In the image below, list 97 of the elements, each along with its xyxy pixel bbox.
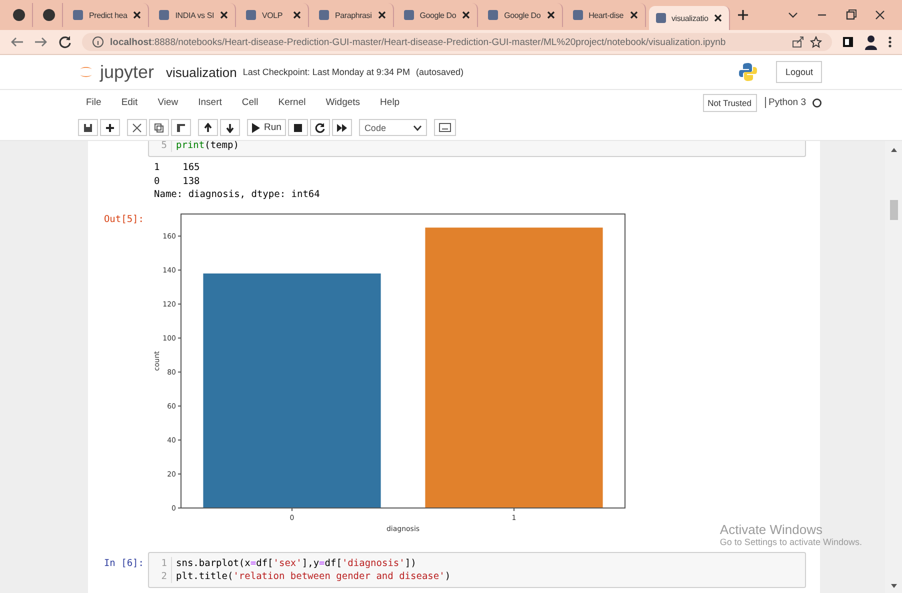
autosave-status: (autosaved) (416, 67, 464, 77)
close-icon[interactable] (628, 10, 638, 20)
close-icon[interactable] (546, 10, 556, 20)
save-button[interactable] (78, 119, 98, 136)
logout-button[interactable]: Logout (776, 61, 822, 83)
stop-icon (293, 122, 304, 132)
site-icon (654, 12, 666, 24)
menu-item[interactable]: Help (380, 97, 400, 108)
kernel-name[interactable]: Python 3 (764, 97, 806, 108)
output-line: 0 138 (154, 174, 201, 188)
move-up-button[interactable] (198, 119, 218, 136)
code-line: print(temp) (176, 141, 239, 152)
code-cell[interactable]: 1 sns.barplot(x=df['sex'],y=df['diagnosis']) 2 plt.title('relation between gender and disease') (148, 552, 806, 588)
scrollbar-thumb[interactable] (890, 200, 898, 220)
arrow-down-icon (225, 122, 235, 132)
line-number: 2 (149, 570, 172, 582)
browser-tab[interactable]: Google Do (396, 3, 478, 27)
trust-button[interactable]: Not Trusted (702, 94, 756, 112)
menu-item[interactable]: Kernel (278, 97, 306, 108)
keyboard-button[interactable] (434, 119, 456, 136)
restart-button[interactable] (310, 119, 330, 136)
browser-tab[interactable]: Paraphrasi (312, 3, 394, 27)
output-line: Name: diagnosis, dtype: int64 (154, 188, 320, 202)
close-icon[interactable] (132, 10, 142, 20)
copy-icon (154, 122, 164, 132)
site-icon (72, 9, 84, 21)
site-icon (12, 8, 26, 22)
stop-button[interactable] (288, 119, 308, 136)
new-tab-icon[interactable] (737, 9, 750, 21)
site-icon (244, 9, 257, 21)
share-icon[interactable] (792, 36, 804, 48)
fast-forward-button[interactable] (332, 119, 352, 136)
cut-button[interactable] (127, 119, 147, 136)
menu-item[interactable]: Insert (198, 97, 222, 108)
activation-notice-text: Go to Settings to activate Windows. (720, 537, 862, 547)
jupyter-brand: jupyter (100, 62, 154, 82)
menu-item[interactable]: Cell (242, 97, 258, 108)
close-icon[interactable] (376, 10, 387, 20)
play-icon (252, 122, 260, 132)
forward-icon[interactable] (34, 36, 48, 48)
profile-icon[interactable] (864, 34, 878, 50)
notebook-title[interactable]: visualization (166, 64, 237, 80)
input-prompt: In [6]: (102, 556, 145, 570)
code-line: plt.title('relation between gender and disease') (176, 570, 451, 582)
close-icon[interactable] (292, 10, 302, 20)
close-icon[interactable] (713, 13, 724, 23)
line-number: 1 (149, 556, 172, 570)
menu-icon[interactable] (888, 35, 892, 49)
restart-icon (315, 122, 326, 132)
browser-tab[interactable]: INDIA vs SI (152, 3, 236, 27)
star-icon[interactable] (810, 36, 822, 48)
browser-tab[interactable]: visualizatio (648, 6, 730, 30)
browser-tab[interactable]: Heart-dise (566, 3, 646, 27)
site-icon (42, 8, 56, 22)
site-icon (487, 9, 500, 21)
menu-item[interactable]: Widgets (326, 97, 360, 108)
info-icon (92, 36, 104, 48)
keyboard-icon (439, 123, 452, 132)
browser-tab[interactable]: Predict hea (66, 3, 150, 27)
plus-icon (105, 122, 115, 132)
scroll-down-icon[interactable] (890, 584, 896, 589)
reload-icon[interactable] (58, 35, 72, 49)
python-logo-icon (738, 62, 758, 82)
code-line: sns.barplot(x=df['sex'],y=df['diagnosis']) (176, 556, 416, 570)
menu-item[interactable]: Edit (121, 97, 138, 108)
site-icon (318, 9, 330, 21)
checkpoint-status: Last Checkpoint: Last Monday at 9:34 PM (242, 67, 410, 77)
close-icon[interactable] (874, 9, 886, 21)
site-icon (572, 9, 584, 21)
cell-type-select[interactable]: Code (359, 119, 428, 136)
insert-cell-button[interactable] (100, 119, 120, 136)
browser-tab[interactable]: VOLP (238, 3, 309, 27)
site-icon (402, 9, 415, 21)
run-button[interactable]: Run (247, 119, 286, 136)
restore-icon[interactable] (845, 9, 857, 21)
output-prompt: Out[5]: (102, 212, 145, 226)
paste-button[interactable] (171, 119, 191, 136)
copy-button[interactable] (149, 119, 169, 136)
close-icon[interactable] (218, 10, 229, 20)
save-icon (83, 122, 93, 132)
sidebar-icon[interactable] (842, 36, 854, 48)
browser-tab[interactable]: Google Do (481, 3, 563, 27)
activation-notice-title: Activate Windows (720, 522, 824, 537)
back-icon[interactable] (10, 36, 24, 48)
chevron-down-icon (413, 124, 422, 130)
line-number: 5 (149, 141, 172, 152)
output-line: 1 165 (154, 161, 201, 174)
menu-item[interactable]: File (86, 97, 102, 108)
site-icon (158, 9, 170, 21)
move-down-button[interactable] (220, 119, 240, 136)
close-icon[interactable] (461, 10, 472, 20)
address-field[interactable]: localhost:8888/notebooks/Heart-disease-Prediction-GUI-master/Heart-disease-Prediction-GUI-master/ML%20project/notebook/visualization.ipynb (82, 33, 832, 51)
scroll-up-icon[interactable] (890, 147, 896, 152)
menu-item[interactable]: View (158, 97, 178, 108)
code-cell[interactable]: 5 print(temp) (148, 141, 806, 157)
arrow-up-icon (203, 122, 213, 132)
fast-forward-icon (337, 122, 348, 132)
